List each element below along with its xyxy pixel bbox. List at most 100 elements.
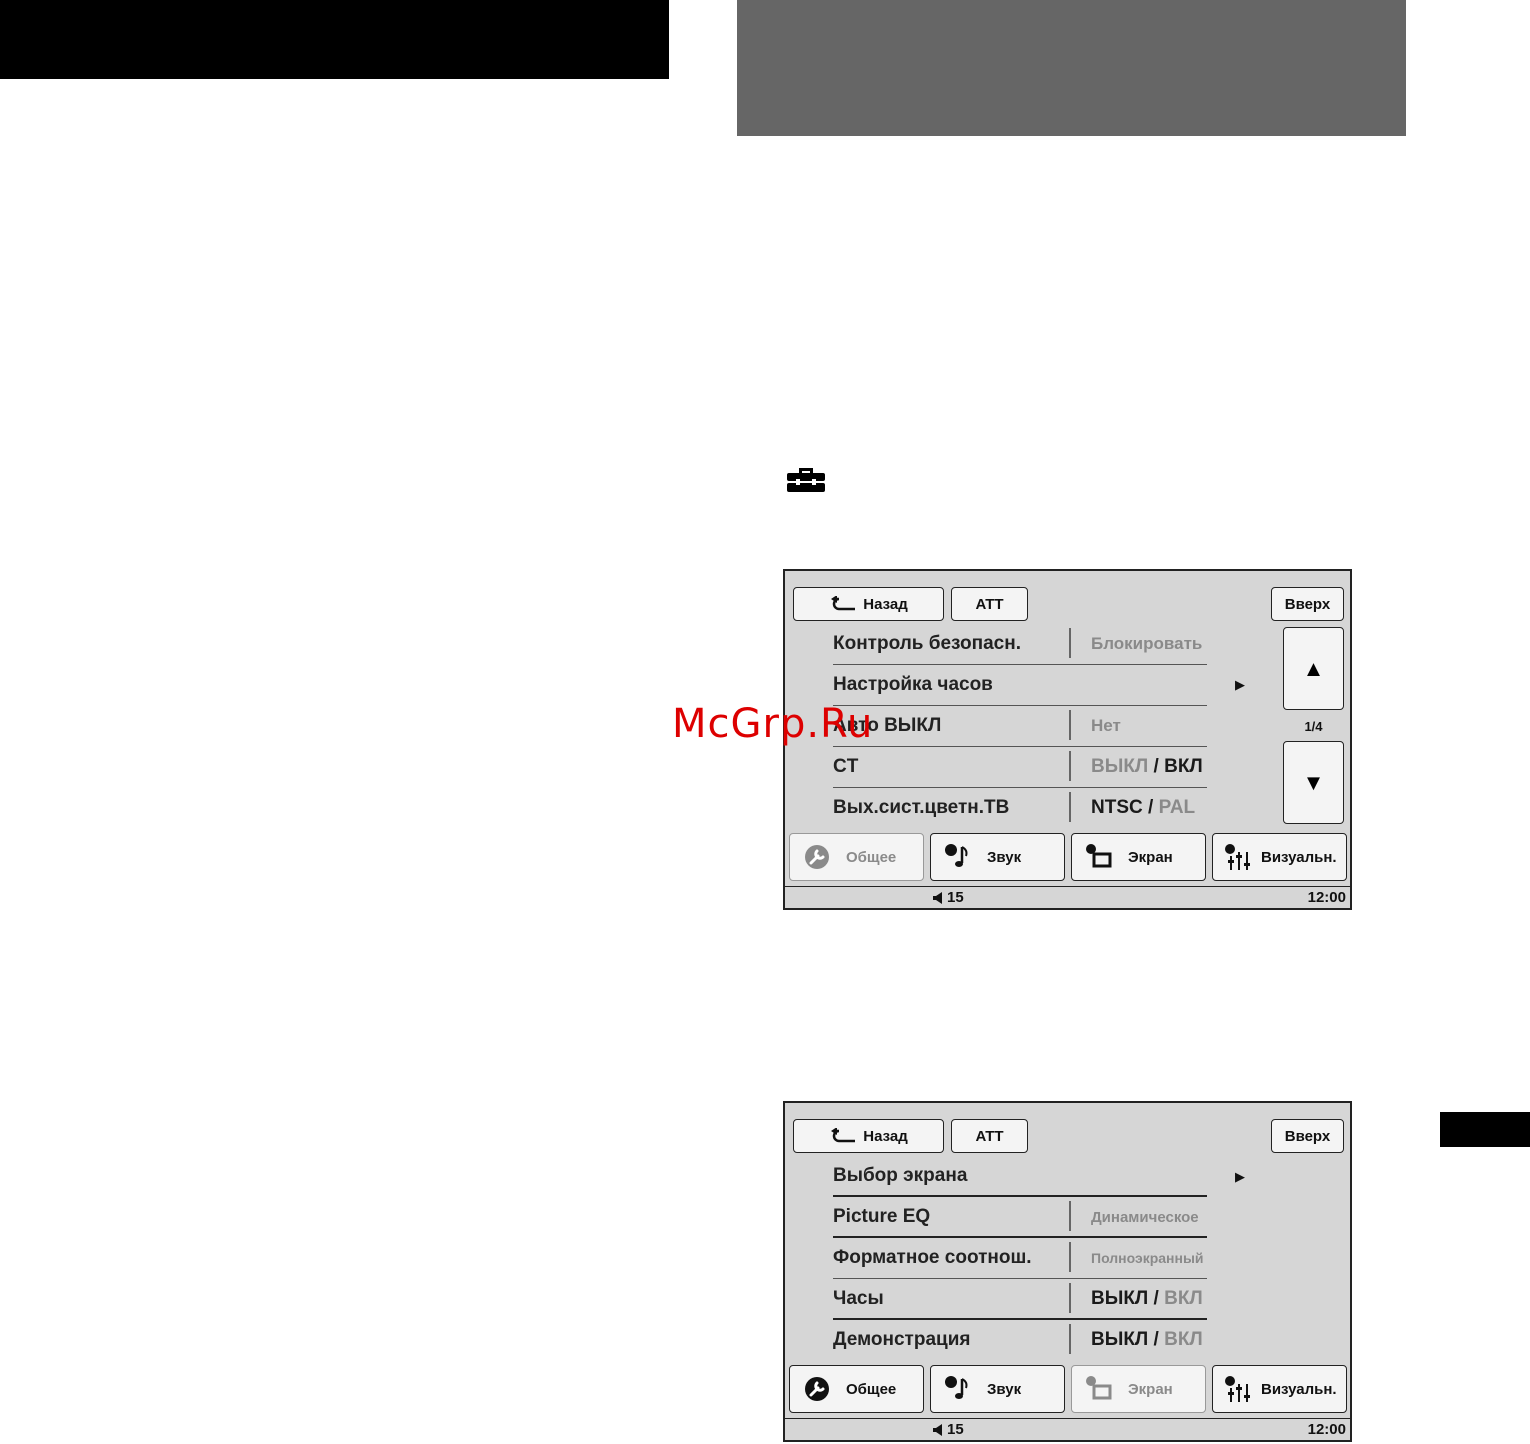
setting-value: ВЫКЛ / ВКЛ (1091, 1288, 1203, 1310)
sound-note-icon (945, 844, 968, 867)
setting-row-safety[interactable]: Контроль безопасн. Блокировать (833, 624, 1207, 665)
tab-label: Общее (846, 848, 897, 866)
option-slash: / (1153, 756, 1159, 777)
status-bar: 15 12:00 (785, 886, 1350, 908)
divider (1069, 751, 1071, 781)
setting-label: Выбор экрана (833, 1165, 968, 1186)
setting-label: Контроль безопасн. (833, 633, 1021, 654)
back-button[interactable]: Назад (793, 587, 944, 621)
setting-row-aspect[interactable]: Форматное соотнош. Полноэкранный (833, 1238, 1207, 1279)
tab-label: Общее (846, 1380, 897, 1398)
divider (1069, 1242, 1071, 1272)
setting-row-ct[interactable]: CT ВЫКЛ / ВКЛ (833, 747, 1207, 788)
setting-label: Демонстрация (833, 1329, 971, 1350)
submenu-arrow-icon[interactable]: ▶ (1235, 677, 1245, 693)
setting-value: Блокировать (1091, 634, 1203, 653)
down-triangle-icon: ▼ (1302, 769, 1325, 795)
option-ntsc[interactable]: NTSC (1091, 797, 1143, 818)
setting-value: Нет (1091, 716, 1121, 735)
tab-label: Экран (1128, 1380, 1173, 1398)
option-on[interactable]: ВКЛ (1164, 1329, 1203, 1350)
status-bar: 15 12:00 (785, 1418, 1350, 1440)
tab-general[interactable]: Общее (789, 833, 924, 881)
divider (1069, 1201, 1071, 1231)
tab-screen[interactable]: Экран (1071, 833, 1206, 881)
option-on[interactable]: ВКЛ (1164, 1288, 1203, 1309)
divider (1069, 792, 1071, 822)
tab-label: Визуальн. (1261, 1380, 1337, 1398)
submenu-arrow-icon[interactable]: ▶ (1235, 1169, 1245, 1185)
back-label: Назад (863, 1127, 908, 1145)
divider (1069, 1324, 1071, 1354)
top-button[interactable]: Вверх (1271, 587, 1344, 621)
page-indicator: 1/4 (1304, 719, 1323, 734)
screen-icon (1086, 844, 1112, 868)
tab-sound[interactable]: Звук (930, 1365, 1065, 1413)
back-arrow-icon (831, 596, 856, 611)
tab-label: Звук (987, 1380, 1022, 1398)
scroll-up-button[interactable]: ▲ (1283, 627, 1344, 710)
volume-indicator: 15 (933, 889, 964, 906)
tab-visual[interactable]: Визуальн. (1212, 833, 1347, 881)
equalizer-icon (1225, 1376, 1250, 1402)
speaker-icon (933, 1423, 942, 1436)
att-button[interactable]: ATT (951, 1119, 1028, 1153)
setting-value: NTSC / PAL (1091, 797, 1195, 819)
setting-value: Динамическое (1091, 1209, 1199, 1226)
setting-row-clock[interactable]: Часы ВЫКЛ / ВКЛ (833, 1279, 1207, 1320)
volume-indicator: 15 (933, 1421, 964, 1438)
tab-screen[interactable]: Экран (1071, 1365, 1206, 1413)
tab-visual[interactable]: Визуальн. (1212, 1365, 1347, 1413)
setting-label: Picture EQ (833, 1206, 931, 1227)
clock: 12:00 (1307, 1421, 1346, 1438)
back-arrow-icon (831, 1128, 856, 1143)
scroll-down-button[interactable]: ▼ (1283, 741, 1344, 824)
option-off[interactable]: ВЫКЛ (1091, 1288, 1148, 1309)
section-header-bar (0, 0, 669, 79)
wrench-icon (805, 1377, 829, 1401)
up-triangle-icon: ▲ (1302, 655, 1325, 681)
setting-value: ВЫКЛ / ВКЛ (1091, 1329, 1203, 1351)
toolbox-icon (787, 468, 825, 492)
option-off[interactable]: ВЫКЛ (1091, 1329, 1148, 1350)
sound-note-icon (945, 1376, 968, 1399)
setting-row-demo[interactable]: Демонстрация ВЫКЛ / ВКЛ (833, 1320, 1207, 1361)
tab-sound[interactable]: Звук (930, 833, 1065, 881)
setting-label: Вых.сист.цветн.ТВ (833, 797, 1010, 818)
option-slash: / (1148, 797, 1154, 818)
setting-row-clock-adjust[interactable]: Настройка часов (833, 665, 1207, 706)
setting-row-tv-color[interactable]: Вых.сист.цветн.ТВ NTSC / PAL (833, 788, 1207, 829)
setting-label: Форматное соотнош. (833, 1247, 1032, 1268)
tab-label: Экран (1128, 848, 1173, 866)
option-slash: / (1153, 1288, 1159, 1309)
setting-label: Настройка часов (833, 674, 993, 695)
tab-label: Звук (987, 848, 1022, 866)
back-button[interactable]: Назад (793, 1119, 944, 1153)
chapter-header-bar (737, 0, 1406, 136)
tab-general[interactable]: Общее (789, 1365, 924, 1413)
top-button[interactable]: Вверх (1271, 1119, 1344, 1153)
att-button[interactable]: ATT (951, 587, 1028, 621)
setting-value: Полноэкранный (1091, 1250, 1204, 1266)
option-off[interactable]: ВЫКЛ (1091, 756, 1148, 777)
screen-icon (1086, 1376, 1112, 1400)
option-slash: / (1153, 1329, 1159, 1350)
settings-screen-display: Назад ATT Вверх Выбор экрана ▶ Picture E… (783, 1101, 1352, 1442)
clock: 12:00 (1307, 889, 1346, 906)
divider (1069, 1283, 1071, 1313)
divider (1069, 628, 1071, 658)
divider (1069, 710, 1071, 740)
setting-label: CT (833, 756, 859, 777)
wrench-icon (805, 845, 829, 869)
setting-value: ВЫКЛ / ВКЛ (1091, 756, 1203, 778)
equalizer-icon (1225, 844, 1250, 870)
setting-row-auto-off[interactable]: Авто ВЫКЛ Нет (833, 706, 1207, 747)
option-pal[interactable]: PAL (1159, 797, 1196, 818)
side-index-tab (1440, 1112, 1530, 1147)
volume-value: 15 (947, 889, 964, 906)
volume-value: 15 (947, 1421, 964, 1438)
setting-row-screen-select[interactable]: Выбор экрана (833, 1156, 1207, 1197)
setting-row-picture-eq[interactable]: Picture EQ Динамическое (833, 1197, 1207, 1238)
tab-label: Визуальн. (1261, 848, 1337, 866)
option-on[interactable]: ВКЛ (1164, 756, 1203, 777)
